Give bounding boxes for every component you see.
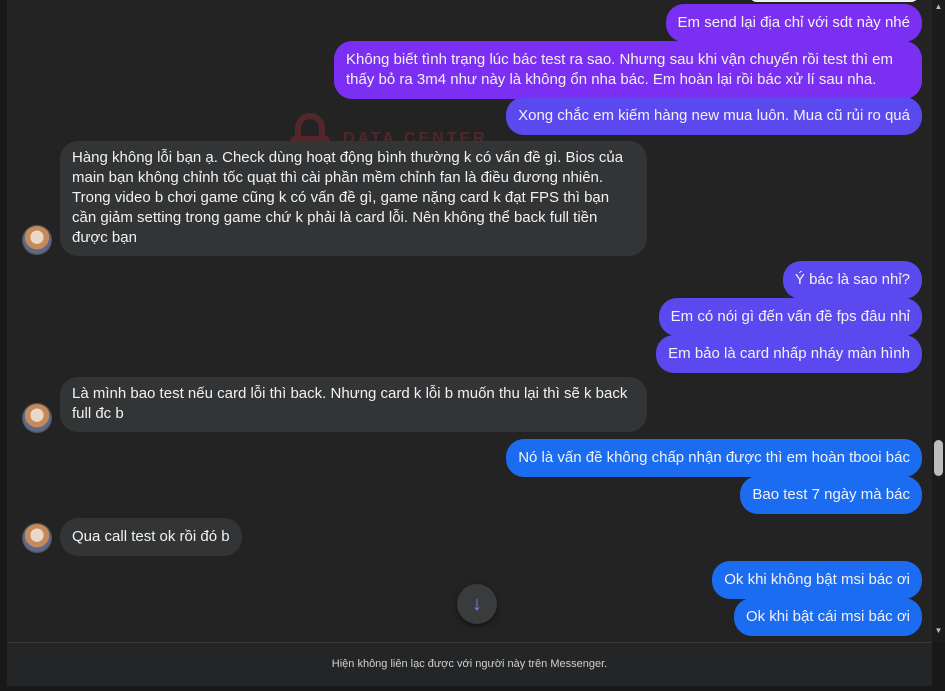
contact-avatar[interactable] (23, 226, 51, 254)
contact-avatar[interactable] (23, 524, 51, 552)
message-outgoing[interactable]: Em bảo là card nhấp nháy màn hình (656, 335, 922, 373)
scroll-to-bottom-button[interactable]: ↓ (457, 584, 497, 624)
message-incoming[interactable]: Hàng không lỗi bạn ạ. Check dùng hoạt độ… (60, 141, 647, 256)
message-outgoing[interactable]: Ok khi không bật msi bác ơi (712, 561, 922, 599)
message-outgoing[interactable]: Không biết tình trạng lúc bác test ra sa… (334, 41, 922, 99)
message-outgoing[interactable]: Ý bác là sao nhỉ? (782, 261, 922, 299)
unavailable-notice: Hiện không liên lạc được với người này t… (331, 658, 608, 670)
message-outgoing[interactable]: Nó là vấn đề không chấp nhận được thì em… (506, 439, 922, 477)
footer-notice: Hiện không liên lạc được với người này t… (7, 642, 932, 686)
previous-message-fragment (749, 0, 919, 2)
scrollbar[interactable] (932, 0, 945, 642)
message-outgoing[interactable]: Em send lại địa chỉ với sdt này nhé (665, 4, 922, 42)
message-outgoing[interactable]: Bao test 7 ngày mà bác (740, 476, 922, 514)
message-outgoing[interactable]: Xong chắc em kiếm hàng new mua luôn. Mua… (506, 97, 922, 135)
message-incoming[interactable]: Là mình bao test nếu card lỗi thì back. … (60, 377, 647, 432)
scroll-up-arrow-icon[interactable]: ▲ (934, 2, 943, 11)
scroll-down-arrow-icon[interactable]: ▼ (934, 626, 943, 635)
chat-thread[interactable]: DATA CENTER Em send lại địa chỉ với sdt … (7, 0, 932, 642)
scrollbar-thumb[interactable] (934, 440, 943, 476)
message-incoming[interactable]: Qua call test ok rồi đó b (60, 518, 242, 556)
arrow-down-icon: ↓ (472, 592, 482, 615)
message-outgoing[interactable]: Em có nói gì đến vấn đề fps đâu nhỉ (658, 298, 922, 336)
message-outgoing[interactable]: Ok khi bật cái msi bác ơi (733, 598, 922, 636)
contact-avatar[interactable] (23, 404, 51, 432)
